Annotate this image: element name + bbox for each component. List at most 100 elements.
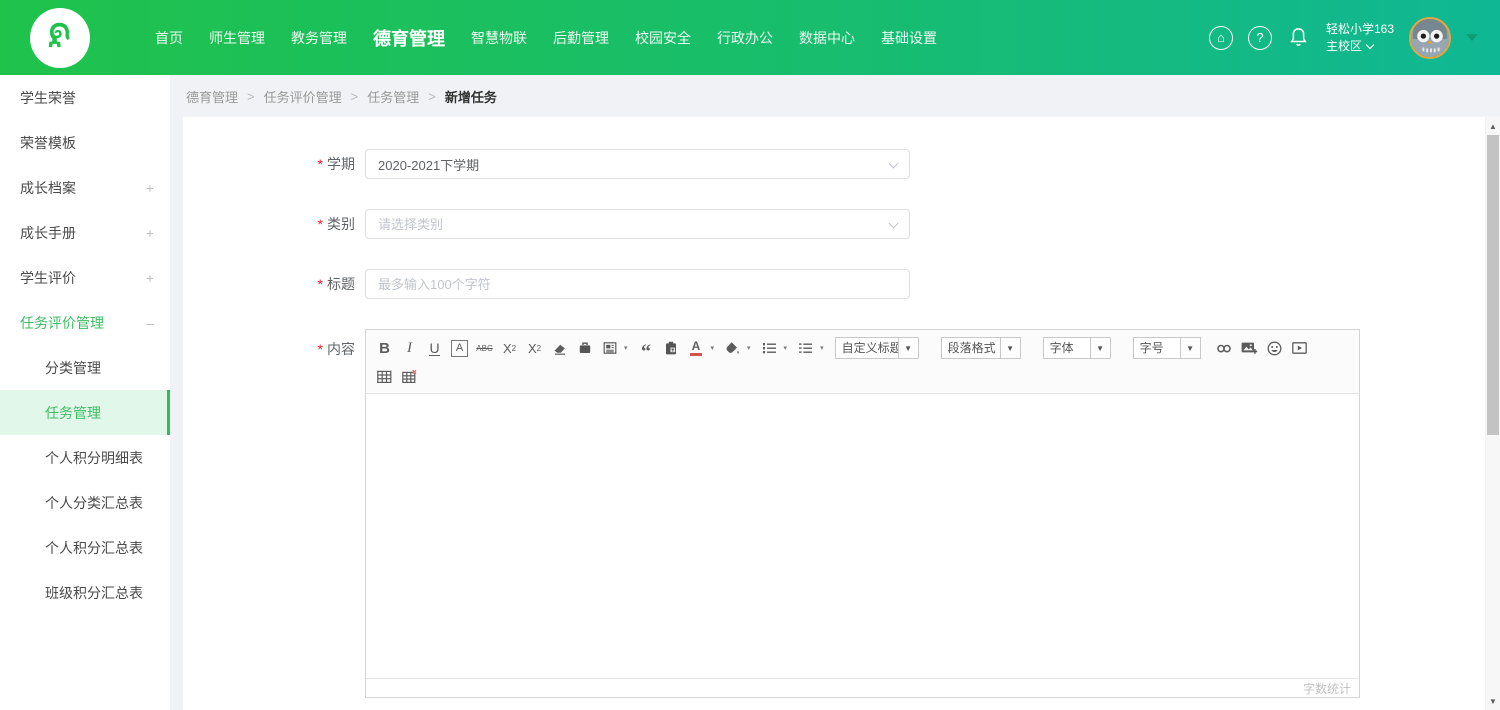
semester-select-input[interactable] (365, 149, 910, 179)
italic-icon[interactable]: I (398, 337, 421, 360)
sidebar-item-personal-points-summary[interactable]: 个人积分汇总表 (0, 525, 170, 570)
category-label: * 类别 (317, 216, 355, 232)
title-input[interactable] (365, 269, 910, 299)
superscript-icon[interactable]: X2 (498, 337, 521, 360)
dropdown-caret-icon[interactable]: ▼ (1089, 338, 1110, 358)
link-icon[interactable] (1213, 337, 1236, 360)
insert-table-icon[interactable] (373, 366, 396, 389)
sidebar-item-growth-handbook[interactable]: 成长手册 + (0, 210, 170, 255)
sidebar-item-task-evaluation-mgmt[interactable]: 任务评价管理 – (0, 300, 170, 345)
unordered-list-caret-icon[interactable]: ▾ (820, 344, 824, 352)
sidebar-item-student-evaluation[interactable]: 学生评价 + (0, 255, 170, 300)
eraser-icon[interactable] (548, 337, 571, 360)
page-scrollbar[interactable]: ▲ ▼ (1486, 117, 1500, 710)
underline-icon[interactable]: U (429, 341, 440, 356)
scrollbar-down-arrow-icon[interactable]: ▼ (1486, 694, 1500, 708)
sidebar-item-label: 学生荣誉 (20, 89, 76, 106)
help-icon[interactable]: ? (1247, 25, 1272, 50)
main-content-area: 德育管理 > 任务评价管理 > 任务管理 > 新增任务 *学期 *类别 *标题 (170, 75, 1500, 710)
bold-icon[interactable]: B (373, 337, 396, 360)
top-menu: 首页 师生管理 教务管理 德育管理 智慧物联 后勤管理 校园安全 行政办公 数据… (142, 0, 950, 75)
sidebar-item-personal-category-summary[interactable]: 个人分类汇总表 (0, 480, 170, 525)
sidebar-item-label: 荣誉模板 (20, 134, 76, 151)
app-logo[interactable] (30, 8, 90, 68)
boxed-letter-a-icon[interactable]: A (451, 339, 468, 357)
font-color-icon[interactable]: A (685, 337, 708, 360)
topnav-academic[interactable]: 教务管理 (278, 28, 360, 48)
dropdown-caret-icon[interactable]: ▼ (1179, 338, 1200, 358)
topnav-data-center[interactable]: 数据中心 (786, 28, 868, 48)
strikethrough-icon[interactable]: ABC (473, 337, 496, 360)
topnav-basic-settings[interactable]: 基础设置 (868, 28, 950, 48)
insert-image-icon[interactable] (1238, 337, 1261, 360)
topnav-moral-education[interactable]: 德育管理 (360, 25, 458, 51)
emoji-icon[interactable] (1263, 337, 1286, 360)
sidebar-item-label: 班级积分汇总表 (45, 584, 143, 601)
notification-bell-icon[interactable] (1287, 26, 1311, 50)
word-count-label[interactable]: 字数统计 (1303, 680, 1351, 697)
expand-plus-icon[interactable]: + (146, 270, 154, 286)
sidebar-item-task-mgmt[interactable]: 任务管理 (0, 390, 170, 435)
custom-title-dropdown[interactable]: 自定义标题 ▼ (834, 337, 919, 359)
delete-table-icon[interactable] (398, 366, 421, 389)
font-size-dropdown[interactable]: 字号 ▼ (1132, 337, 1201, 359)
user-menu-caret-icon[interactable] (1466, 34, 1478, 41)
dropdown-caret-icon[interactable]: ▼ (897, 338, 918, 358)
editor-status-bar: 字数统计 (366, 678, 1359, 697)
paste-as-text-icon[interactable] (660, 337, 683, 360)
sidebar-item-label: 分类管理 (45, 359, 101, 376)
content-label: * 内容 (317, 341, 355, 357)
subscript-icon[interactable]: X2 (523, 337, 546, 360)
sidebar-item-personal-points-detail[interactable]: 个人积分明细表 (0, 435, 170, 480)
video-icon[interactable] (1288, 337, 1311, 360)
sidebar-item-growth-archive[interactable]: 成长档案 + (0, 165, 170, 210)
topnav-home[interactable]: 首页 (142, 28, 196, 48)
content-row: * 内容 B I U A ABC X2 X2 ▾ “ A ▾ ▾ ▾ ▾ 自定义… (183, 329, 1485, 698)
sidebar-item-label: 学生评价 (20, 269, 76, 286)
sidebar-item-honor-template[interactable]: 荣誉模板 (0, 120, 170, 165)
user-avatar[interactable] (1409, 16, 1451, 59)
font-family-dropdown-label: 字体 (1049, 341, 1074, 355)
breadcrumb-task-evaluation-mgmt[interactable]: 任务评价管理 (264, 87, 342, 106)
font-family-dropdown[interactable]: 字体 ▼ (1042, 337, 1111, 359)
collapse-minus-icon[interactable]: – (146, 315, 154, 331)
dropdown-caret-icon[interactable]: ▼ (999, 338, 1020, 358)
sidebar-item-category-mgmt[interactable]: 分类管理 (0, 345, 170, 390)
topnav-smart-iot[interactable]: 智慧物联 (458, 28, 540, 48)
scrollbar-up-arrow-icon[interactable]: ▲ (1486, 119, 1500, 133)
sidebar-item-label: 任务管理 (45, 404, 101, 421)
ordered-list-icon[interactable] (758, 337, 781, 360)
fill-color-icon[interactable] (721, 337, 744, 360)
expand-plus-icon[interactable]: + (146, 180, 154, 196)
font-color-caret-icon[interactable]: ▾ (711, 344, 715, 352)
sidebar-item-student-honor[interactable]: 学生荣誉 (0, 75, 170, 120)
paste-icon[interactable] (573, 337, 596, 360)
fill-color-caret-icon[interactable]: ▾ (747, 344, 751, 352)
editor-toolbar: B I U A ABC X2 X2 ▾ “ A ▾ ▾ ▾ ▾ 自定义标题 ▼ … (366, 330, 1359, 394)
sidebar-item-label: 成长档案 (20, 179, 76, 196)
expand-plus-icon[interactable]: + (146, 225, 154, 241)
school-switcher[interactable]: 轻松小学163 主校区 (1326, 21, 1394, 55)
topnav-logistics[interactable]: 后勤管理 (540, 28, 622, 48)
paragraph-format-dropdown[interactable]: 段落格式 ▼ (940, 337, 1021, 359)
content-block-icon[interactable] (598, 337, 621, 360)
ordered-list-caret-icon[interactable]: ▾ (784, 344, 788, 352)
topnav-admin-office[interactable]: 行政办公 (704, 28, 786, 48)
elephant-logo-icon (41, 17, 79, 60)
title-row: * 标题 (183, 269, 1485, 299)
breadcrumb-moral-education[interactable]: 德育管理 (186, 87, 238, 106)
unordered-list-icon[interactable] (794, 337, 817, 360)
topnav-teacher-student[interactable]: 师生管理 (196, 28, 278, 48)
topnav-campus-safety[interactable]: 校园安全 (622, 28, 704, 48)
semester-label: * 学期 (317, 156, 355, 172)
home-circle-icon[interactable]: ⌂ (1208, 25, 1233, 50)
editor-content-area[interactable] (366, 394, 1359, 678)
scrollbar-thumb[interactable] (1487, 135, 1499, 435)
content-block-caret-icon[interactable]: ▾ (624, 344, 628, 352)
sidebar-item-class-points-summary[interactable]: 班级积分汇总表 (0, 570, 170, 615)
category-select-input[interactable] (365, 209, 910, 239)
blockquote-icon[interactable]: “ (635, 337, 658, 362)
required-asterisk: * (317, 156, 323, 172)
breadcrumb-task-mgmt[interactable]: 任务管理 (367, 87, 419, 106)
breadcrumb-separator: > (247, 88, 255, 104)
